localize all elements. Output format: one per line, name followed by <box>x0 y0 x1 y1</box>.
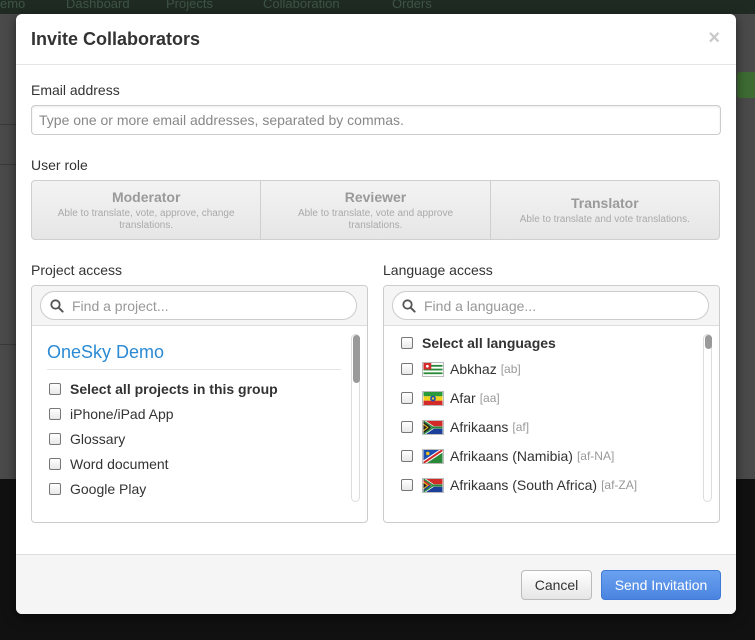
language-checkbox[interactable] <box>401 421 413 433</box>
language-item: Afrikaans (South Africa) [af-ZA] <box>401 477 637 493</box>
project-checkbox[interactable] <box>49 458 61 470</box>
select-all-languages-label: Select all languages <box>422 335 556 351</box>
nav-projects: Projects <box>166 0 213 11</box>
project-item: iPhone/iPad App <box>49 406 174 422</box>
search-icon <box>50 299 64 313</box>
email-label: Email address <box>31 82 120 98</box>
project-item: Google Play <box>49 481 146 497</box>
role-moderator-button[interactable]: Moderator Able to translate, vote, appro… <box>32 181 262 239</box>
project-access-label: Project access <box>31 262 123 278</box>
language-access-label: Language access <box>383 262 493 278</box>
email-field[interactable] <box>31 105 721 135</box>
namibia-flag-icon <box>422 448 444 464</box>
language-list-scrollbar[interactable] <box>703 334 712 502</box>
role-name: Moderator <box>111 188 181 205</box>
project-label: iPhone/iPad App <box>70 406 174 422</box>
project-checkbox[interactable] <box>49 408 61 420</box>
project-item: Glossary <box>49 431 125 447</box>
language-search-input[interactable] <box>392 291 709 320</box>
south-africa-flag-icon <box>422 419 444 435</box>
language-name: Afrikaans (Namibia) <box>450 448 573 464</box>
project-label: Glossary <box>70 431 126 447</box>
role-reviewer-button[interactable]: Reviewer Able to translate, vote and app… <box>261 181 491 239</box>
close-icon[interactable]: × <box>708 28 720 48</box>
role-description: Able to translate, vote, approve, change… <box>57 207 235 231</box>
language-code: [aa] <box>479 391 500 405</box>
project-search-input[interactable] <box>40 291 357 320</box>
role-description: Able to translate and vote translations. <box>519 213 690 225</box>
south-africa-flag-icon <box>422 477 444 493</box>
invite-collaborators-modal: Invite Collaborators × Email address Use… <box>16 14 736 614</box>
ethiopia-flag-icon <box>422 390 444 406</box>
language-item: Afrikaans [af] <box>401 419 529 435</box>
language-name: Afrikaans (South Africa) <box>450 477 598 493</box>
language-name: Afar <box>450 390 476 406</box>
user-role-label: User role <box>31 157 88 173</box>
language-item: Afrikaans (Namibia) [af-NA] <box>401 448 614 464</box>
project-search-bar <box>32 286 367 326</box>
select-all-projects-label: Select all projects in this group <box>70 381 278 397</box>
language-checkbox[interactable] <box>401 450 413 462</box>
scrollbar-thumb[interactable] <box>705 335 712 349</box>
language-search-bar <box>384 286 719 326</box>
language-code: [ab] <box>500 362 521 376</box>
role-description: Able to translate, vote and approve tran… <box>297 207 454 231</box>
language-checkbox[interactable] <box>401 392 413 404</box>
nav-orders: Orders <box>392 0 432 11</box>
nav-collaboration: Collaboration <box>263 0 340 11</box>
project-label: Google Play <box>70 481 147 497</box>
language-name: Abkhaz <box>450 361 497 377</box>
scrollbar-thumb[interactable] <box>353 335 360 383</box>
role-name: Translator <box>570 194 639 211</box>
project-list-scrollbar[interactable] <box>351 334 360 502</box>
language-checkbox[interactable] <box>401 363 413 375</box>
brand-fragment: emo <box>0 0 26 11</box>
project-access-panel: OneSky Demo Select all projects in this … <box>31 285 368 523</box>
modal-title: Invite Collaborators <box>31 29 201 49</box>
select-all-languages: Select all languages <box>401 335 556 351</box>
modal-header: Invite Collaborators × <box>16 14 736 65</box>
language-code: [af] <box>512 420 530 434</box>
language-item: Abkhaz [ab] <box>401 361 521 377</box>
background-navbar: emo Dashboard Projects Collaboration Ord… <box>0 0 755 14</box>
project-checkbox[interactable] <box>49 433 61 445</box>
language-item: Afar [aa] <box>401 390 500 406</box>
project-group-title[interactable]: OneSky Demo <box>47 342 341 370</box>
select-all-projects-checkbox[interactable] <box>49 383 61 395</box>
language-name: Afrikaans <box>450 419 509 435</box>
select-all-projects: Select all projects in this group <box>49 381 278 397</box>
role-name: Reviewer <box>344 188 407 205</box>
modal-footer: Cancel Send Invitation <box>16 554 736 614</box>
nav-dashboard: Dashboard <box>66 0 130 11</box>
background-button-fragment <box>737 72 755 98</box>
select-all-languages-checkbox[interactable] <box>401 337 413 349</box>
language-code: [af-ZA] <box>601 478 638 492</box>
cancel-button[interactable]: Cancel <box>521 570 592 600</box>
send-invitation-button[interactable]: Send Invitation <box>601 570 721 600</box>
abkhazia-flag-icon <box>422 361 444 377</box>
language-code: [af-NA] <box>576 449 615 463</box>
project-item: Word document <box>49 456 169 472</box>
language-checkbox[interactable] <box>401 479 413 491</box>
project-label: Word document <box>70 456 169 472</box>
language-access-panel: Select all languages Abkhaz [ab] <box>383 285 720 523</box>
role-translator-button[interactable]: Translator Able to translate and vote tr… <box>491 181 719 239</box>
search-icon <box>402 299 416 313</box>
project-checkbox[interactable] <box>49 483 61 495</box>
user-role-selector: Moderator Able to translate, vote, appro… <box>31 180 720 240</box>
